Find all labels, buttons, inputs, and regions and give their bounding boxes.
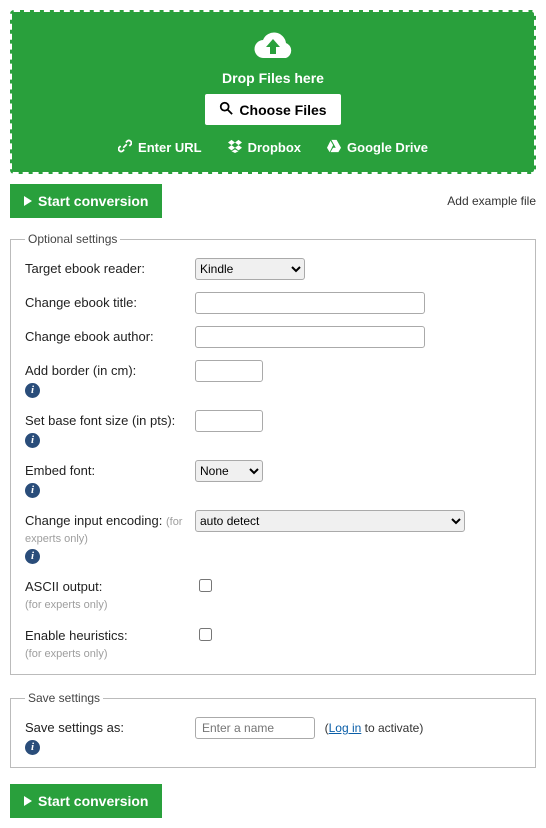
target-reader-select[interactable]: Kindle	[195, 258, 305, 280]
encoding-label: Change input encoding:	[25, 513, 162, 528]
optional-legend: Optional settings	[25, 232, 120, 246]
enter-url-label: Enter URL	[138, 140, 202, 155]
login-link[interactable]: Log in	[329, 721, 362, 735]
enter-url-link[interactable]: Enter URL	[118, 139, 202, 156]
font-size-label: Set base font size (in pts):	[25, 413, 175, 428]
info-icon[interactable]: i	[25, 740, 40, 755]
dropzone[interactable]: Drop Files here Choose Files Enter URL D…	[10, 10, 536, 174]
drop-title: Drop Files here	[22, 70, 524, 86]
embed-font-select[interactable]: None	[195, 460, 263, 482]
add-example-link[interactable]: Add example file	[447, 194, 536, 208]
optional-settings-fieldset: Optional settings Target ebook reader: K…	[10, 232, 536, 675]
start-label: Start conversion	[38, 793, 148, 809]
ascii-checkbox[interactable]	[199, 579, 212, 592]
border-input[interactable]	[195, 360, 263, 382]
chevron-right-icon	[24, 793, 32, 809]
start-label: Start conversion	[38, 193, 148, 209]
heuristics-checkbox[interactable]	[199, 628, 212, 641]
encoding-select[interactable]: auto detect	[195, 510, 465, 532]
google-drive-link[interactable]: Google Drive	[327, 139, 428, 156]
title-input[interactable]	[195, 292, 425, 314]
info-icon[interactable]: i	[25, 433, 40, 448]
cloud-upload-icon	[22, 30, 524, 64]
link-icon	[118, 139, 132, 156]
info-icon[interactable]: i	[25, 549, 40, 564]
save-label: Save settings as:	[25, 720, 124, 735]
embed-font-label: Embed font:	[25, 463, 95, 478]
info-icon[interactable]: i	[25, 483, 40, 498]
ascii-label: ASCII output:	[25, 579, 102, 594]
info-icon[interactable]: i	[25, 383, 40, 398]
search-icon	[219, 101, 233, 118]
save-note: (Log in to activate)	[325, 721, 424, 735]
author-label: Change ebook author:	[25, 326, 195, 346]
dropbox-link[interactable]: Dropbox	[228, 139, 301, 156]
start-conversion-button[interactable]: Start conversion	[10, 784, 162, 818]
save-name-input[interactable]	[195, 717, 315, 739]
choose-files-label: Choose Files	[239, 102, 326, 118]
heuristics-label: Enable heuristics:	[25, 628, 128, 643]
start-conversion-button[interactable]: Start conversion	[10, 184, 162, 218]
font-size-input[interactable]	[195, 410, 263, 432]
dropbox-icon	[228, 139, 242, 156]
save-settings-fieldset: Save settings Save settings as: i (Log i…	[10, 691, 536, 768]
google-drive-icon	[327, 139, 341, 156]
target-reader-label: Target ebook reader:	[25, 258, 195, 278]
title-label: Change ebook title:	[25, 292, 195, 312]
gdrive-label: Google Drive	[347, 140, 428, 155]
chevron-right-icon	[24, 193, 32, 209]
save-legend: Save settings	[25, 691, 103, 705]
ascii-note: (for experts only)	[25, 599, 108, 611]
author-input[interactable]	[195, 326, 425, 348]
heuristics-note: (for experts only)	[25, 648, 108, 660]
choose-files-button[interactable]: Choose Files	[205, 94, 340, 125]
dropbox-label: Dropbox	[248, 140, 301, 155]
border-label: Add border (in cm):	[25, 363, 136, 378]
